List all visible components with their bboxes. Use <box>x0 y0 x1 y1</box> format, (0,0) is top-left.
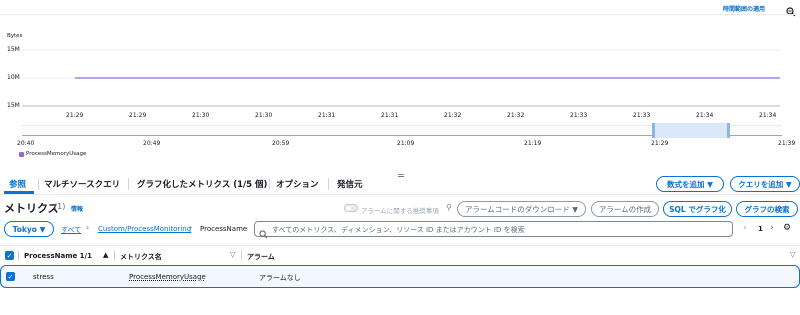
tab-graphed-metrics[interactable]: グラフ化したメトリクス (1/5 個) <box>137 178 267 190</box>
add-query-button[interactable]: クエリを追加 ▼ <box>730 176 800 192</box>
x-tick-label: 21:32 <box>507 112 525 119</box>
download-alarm-code-button[interactable]: アラームコードのダウンロード ▼ <box>457 201 586 217</box>
column-divider <box>18 250 19 261</box>
region-selector[interactable]: Tokyo ▼ <box>4 221 54 237</box>
navigator-tick-label: 20:59 <box>272 140 290 147</box>
x-tick-label: 21:33 <box>570 112 588 119</box>
x-tick-label: 21:34 <box>696 112 714 119</box>
chevron-right-icon: › <box>189 223 193 232</box>
column-divider <box>114 250 115 261</box>
navigator-tick-label: 20:40 <box>17 140 35 147</box>
graph-with-sql-button[interactable]: SQL でグラフ化 <box>663 201 732 217</box>
tab-divider <box>269 178 270 190</box>
breadcrumb-dimension: ProcessName <box>200 225 248 233</box>
navigator-tick-label: 21:39 <box>778 140 796 147</box>
breadcrumb-all[interactable]: すべて <box>61 225 81 235</box>
navigator-selection[interactable] <box>652 123 730 138</box>
sort-icon[interactable]: ▽ <box>230 251 235 259</box>
alarm-toggle-label: アラームに関する推奨事項 <box>361 207 439 215</box>
info-link[interactable]: 情報 <box>71 204 83 213</box>
chevron-right-icon: › <box>86 223 90 232</box>
tab-divider <box>128 178 129 190</box>
x-tick-label: 21:32 <box>444 112 462 119</box>
y-axis-unit: Bytes <box>7 33 23 39</box>
breadcrumb-namespace[interactable]: Custom/ProcessMonitoring <box>98 225 191 233</box>
tab-multi-source-query[interactable]: マルチソースクエリ <box>44 178 120 190</box>
navigator-tick-label: 20:49 <box>143 140 161 147</box>
prev-page-icon[interactable]: ‹ <box>743 223 747 233</box>
tab-source[interactable]: 発信元 <box>337 178 363 190</box>
page-number[interactable]: 1 <box>758 225 763 233</box>
x-tick-label: 21:29 <box>129 112 147 119</box>
navigator-tick-label: 21:19 <box>524 140 542 147</box>
column-header-metric-name[interactable]: メトリクス名 <box>120 252 162 262</box>
row-process-name: stress <box>33 273 54 281</box>
select-all-checkbox[interactable]: ✓ <box>5 251 14 260</box>
tabs-divider <box>0 194 800 195</box>
column-header-processname[interactable]: ProcessName 1/1 <box>24 252 92 260</box>
metric-search-input[interactable]: すべてのメトリクス、ディメンション、リソース ID またはアカウント ID を検… <box>254 221 733 239</box>
time-navigator[interactable] <box>22 123 782 138</box>
tab-divider <box>328 178 329 190</box>
resize-handle-icon[interactable]: ═ <box>398 171 404 182</box>
column-header-alarm[interactable]: アラーム <box>247 252 275 262</box>
top-divider <box>0 14 800 15</box>
x-tick-label: 21:30 <box>192 112 210 119</box>
row-alarm-status: アラームなし <box>259 274 301 282</box>
x-tick-label: 21:34 <box>759 112 777 119</box>
column-divider <box>241 250 242 261</box>
tab-options[interactable]: オプション <box>276 178 319 190</box>
x-tick-label: 21:30 <box>255 112 273 119</box>
tab-browse[interactable]: 参照 <box>9 178 26 190</box>
metrics-title: メトリクス <box>4 202 59 215</box>
apply-time-range-link[interactable]: 時間範囲の適用 <box>723 4 765 13</box>
create-alarm-button[interactable]: アラームの作成 <box>591 201 659 217</box>
x-tick-label: 21:31 <box>381 112 399 119</box>
settings-gear-icon[interactable]: ⚙ <box>783 223 791 233</box>
table-row[interactable]: ✓ stress ProcessMemoryUsage アラームなし <box>0 265 800 288</box>
metrics-count: (1) <box>54 202 66 211</box>
x-tick-label: 21:29 <box>66 112 84 119</box>
search-placeholder: すべてのメトリクス、ディメンション、リソース ID またはアカウント ID を検… <box>272 226 525 234</box>
navigator-tick-label: 21:09 <box>397 140 415 147</box>
alarm-recommendation-toggle[interactable] <box>344 204 358 212</box>
x-tick-label: 21:31 <box>318 112 336 119</box>
sort-icon[interactable]: ▽ <box>790 251 795 259</box>
sort-ascending-icon[interactable]: ▲ <box>103 251 108 259</box>
navigator-handle-left[interactable] <box>652 123 655 138</box>
lightbulb-icon: ⚲ <box>446 203 452 212</box>
row-checkbox[interactable]: ✓ <box>6 272 15 281</box>
table-top-divider <box>0 245 800 246</box>
browse-graphs-button[interactable]: グラフの検索 <box>736 201 798 217</box>
navigator-handle-right[interactable] <box>727 123 730 138</box>
add-math-button[interactable]: 数式を追加 ▼ <box>656 176 724 192</box>
next-page-icon[interactable]: › <box>770 223 774 233</box>
x-tick-label: 21:33 <box>633 112 651 119</box>
zoom-out-icon[interactable] <box>786 2 796 21</box>
row-metric-name[interactable]: ProcessMemoryUsage <box>129 273 206 281</box>
search-icon <box>259 224 268 243</box>
legend-swatch <box>19 152 24 157</box>
tab-divider <box>38 178 39 190</box>
legend-label: ProcessMemoryUsage <box>26 151 87 157</box>
navigator-tick-label: 21:29 <box>651 140 669 147</box>
